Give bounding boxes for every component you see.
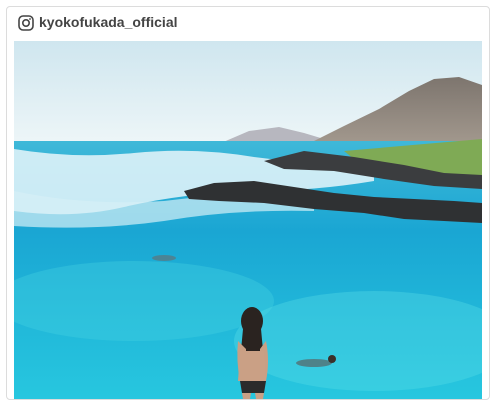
instagram-icon[interactable]: [18, 15, 34, 31]
swimmer: [152, 255, 176, 261]
beach-photo[interactable]: [14, 41, 482, 399]
swimmer: [296, 359, 332, 367]
beach-photo-illustration: [14, 41, 482, 399]
account-username[interactable]: kyokofukada_official: [39, 14, 178, 30]
post-header: kyokofukada_official: [7, 7, 489, 39]
instagram-post-card: kyokofukada_official: [6, 6, 490, 400]
